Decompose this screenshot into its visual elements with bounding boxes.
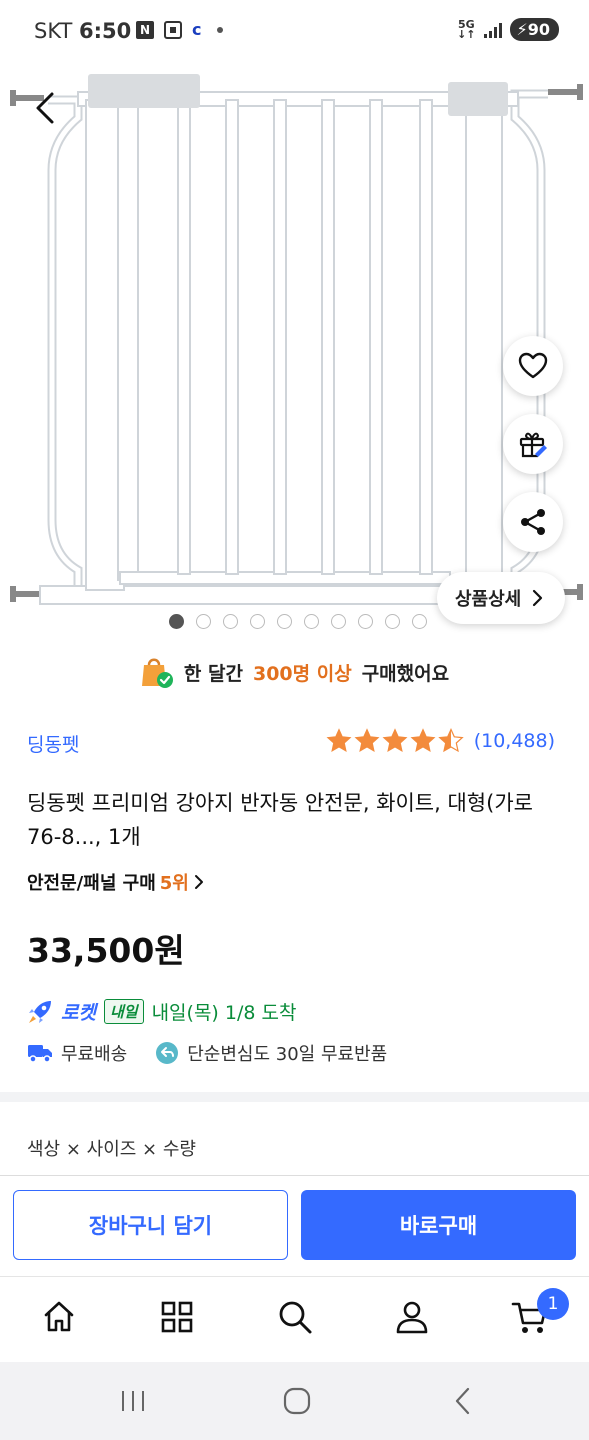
review-count: (10,488) [473, 730, 555, 752]
truck-icon [28, 1045, 52, 1063]
purchase-prefix: 한 달간 [183, 662, 243, 685]
signal-icon [483, 22, 502, 38]
cart-count-badge: 1 [537, 1288, 569, 1320]
buy-now-button[interactable]: 바로구매 [301, 1190, 576, 1260]
user-icon [396, 1301, 428, 1334]
product-image-carousel[interactable] [0, 62, 589, 640]
recent-apps-button[interactable] [116, 1384, 150, 1418]
network-type: 5G ↓↑ [457, 17, 476, 41]
purchase-count: 300명 이상 [252, 662, 352, 685]
product-image [10, 74, 583, 605]
return-icon [156, 1042, 179, 1064]
nav-categories[interactable] [157, 1297, 197, 1337]
system-navigation-bar [0, 1362, 589, 1440]
nav-home[interactable] [39, 1297, 79, 1337]
back-button[interactable] [26, 88, 66, 128]
carousel-dot[interactable] [250, 614, 265, 629]
nav-my-page[interactable] [392, 1297, 432, 1337]
notification-icons: N c [136, 20, 224, 39]
purchase-action-bar: 장바구니 담기 바로구매 [0, 1175, 589, 1275]
gift-button[interactable] [503, 414, 563, 474]
product-title: 딩동펫 프리미엄 강아지 반자동 안전문, 화이트, 대형(가로 76-8...… [27, 791, 533, 849]
wishlist-button[interactable] [503, 336, 563, 396]
shipping-benefits: 무료배송 단순변심도 30일 무료반품 [27, 1040, 387, 1066]
product-detail-label: 상품상세 [455, 589, 522, 610]
rocket-delivery-info: 로켓 내일 내일(목) 1/8 도착 [27, 998, 296, 1025]
clock: 6:50 [79, 19, 132, 43]
rank-category: 안전문/패널 구매 [27, 873, 156, 894]
carousel-dot[interactable] [304, 614, 319, 629]
carousel-dot[interactable] [331, 614, 346, 629]
status-carrier-time: SKT 6:50 [34, 19, 131, 43]
heart-icon [518, 352, 548, 379]
carousel-dot[interactable] [277, 614, 292, 629]
monthly-purchase-note: 한 달간 300명 이상 구매했어요 [0, 650, 589, 694]
rocket-label: 로켓 [61, 1002, 96, 1024]
share-icon [521, 509, 545, 535]
carousel-dot[interactable] [169, 614, 184, 629]
rating-summary[interactable]: (10,488) [326, 728, 555, 754]
coupang-notification-icon: c [192, 20, 202, 39]
share-button[interactable] [503, 492, 563, 552]
nav-search[interactable] [275, 1297, 315, 1337]
back-system-button[interactable] [446, 1384, 480, 1418]
category-rank-link[interactable]: 안전문/패널 구매 5위 [27, 869, 205, 895]
free-return-label: 단순변심도 30일 무료반품 [187, 1044, 388, 1065]
shopping-bag-icon [141, 658, 173, 688]
status-bar: SKT 6:50 N c 5G ↓↑ ⚡90 [0, 0, 589, 62]
carousel-dot[interactable] [196, 614, 211, 629]
rank-value: 5위 [159, 873, 189, 894]
brand-link[interactable]: 딩동펫 [27, 730, 79, 757]
chevron-left-icon [36, 92, 54, 124]
free-shipping-label: 무료배송 [61, 1044, 128, 1065]
carousel-dot[interactable] [358, 614, 373, 629]
carousel-dot[interactable] [385, 614, 400, 629]
carousel-dot[interactable] [223, 614, 238, 629]
home-circle-icon [283, 1387, 311, 1415]
home-system-button[interactable] [280, 1384, 314, 1418]
more-notifications-icon [217, 26, 224, 33]
chevron-right-icon [194, 875, 203, 889]
section-divider [0, 1092, 589, 1102]
purchase-suffix: 구매했어요 [361, 662, 450, 685]
carousel-indicator[interactable] [169, 614, 427, 629]
status-right: 5G ↓↑ ⚡90 [457, 18, 559, 41]
chevron-left-icon [455, 1387, 470, 1415]
arrival-date: 내일(목) 1/8 도착 [151, 1002, 297, 1024]
star-rating-icon [326, 728, 463, 752]
tomorrow-badge: 내일 [103, 999, 144, 1024]
carousel-dot[interactable] [412, 614, 427, 629]
gift-icon [519, 432, 547, 458]
scan-notification-icon [164, 20, 182, 39]
recent-apps-icon [122, 1391, 144, 1411]
option-selector[interactable]: 색상 × 사이즈 × 수량 [27, 1135, 196, 1161]
home-icon [44, 1301, 74, 1332]
add-to-cart-button[interactable]: 장바구니 담기 [13, 1190, 288, 1260]
battery-indicator: ⚡90 [509, 18, 559, 41]
product-detail-button[interactable]: 상품상세 [437, 572, 566, 624]
rocket-icon [29, 1000, 51, 1023]
bottom-navigation [0, 1276, 589, 1362]
chevron-right-icon [533, 589, 543, 607]
grid-icon [161, 1301, 193, 1333]
naver-notification-icon: N [136, 20, 154, 39]
search-icon [279, 1301, 312, 1334]
carrier-label: SKT [34, 19, 73, 43]
product-price: 33,500원 [27, 931, 185, 970]
